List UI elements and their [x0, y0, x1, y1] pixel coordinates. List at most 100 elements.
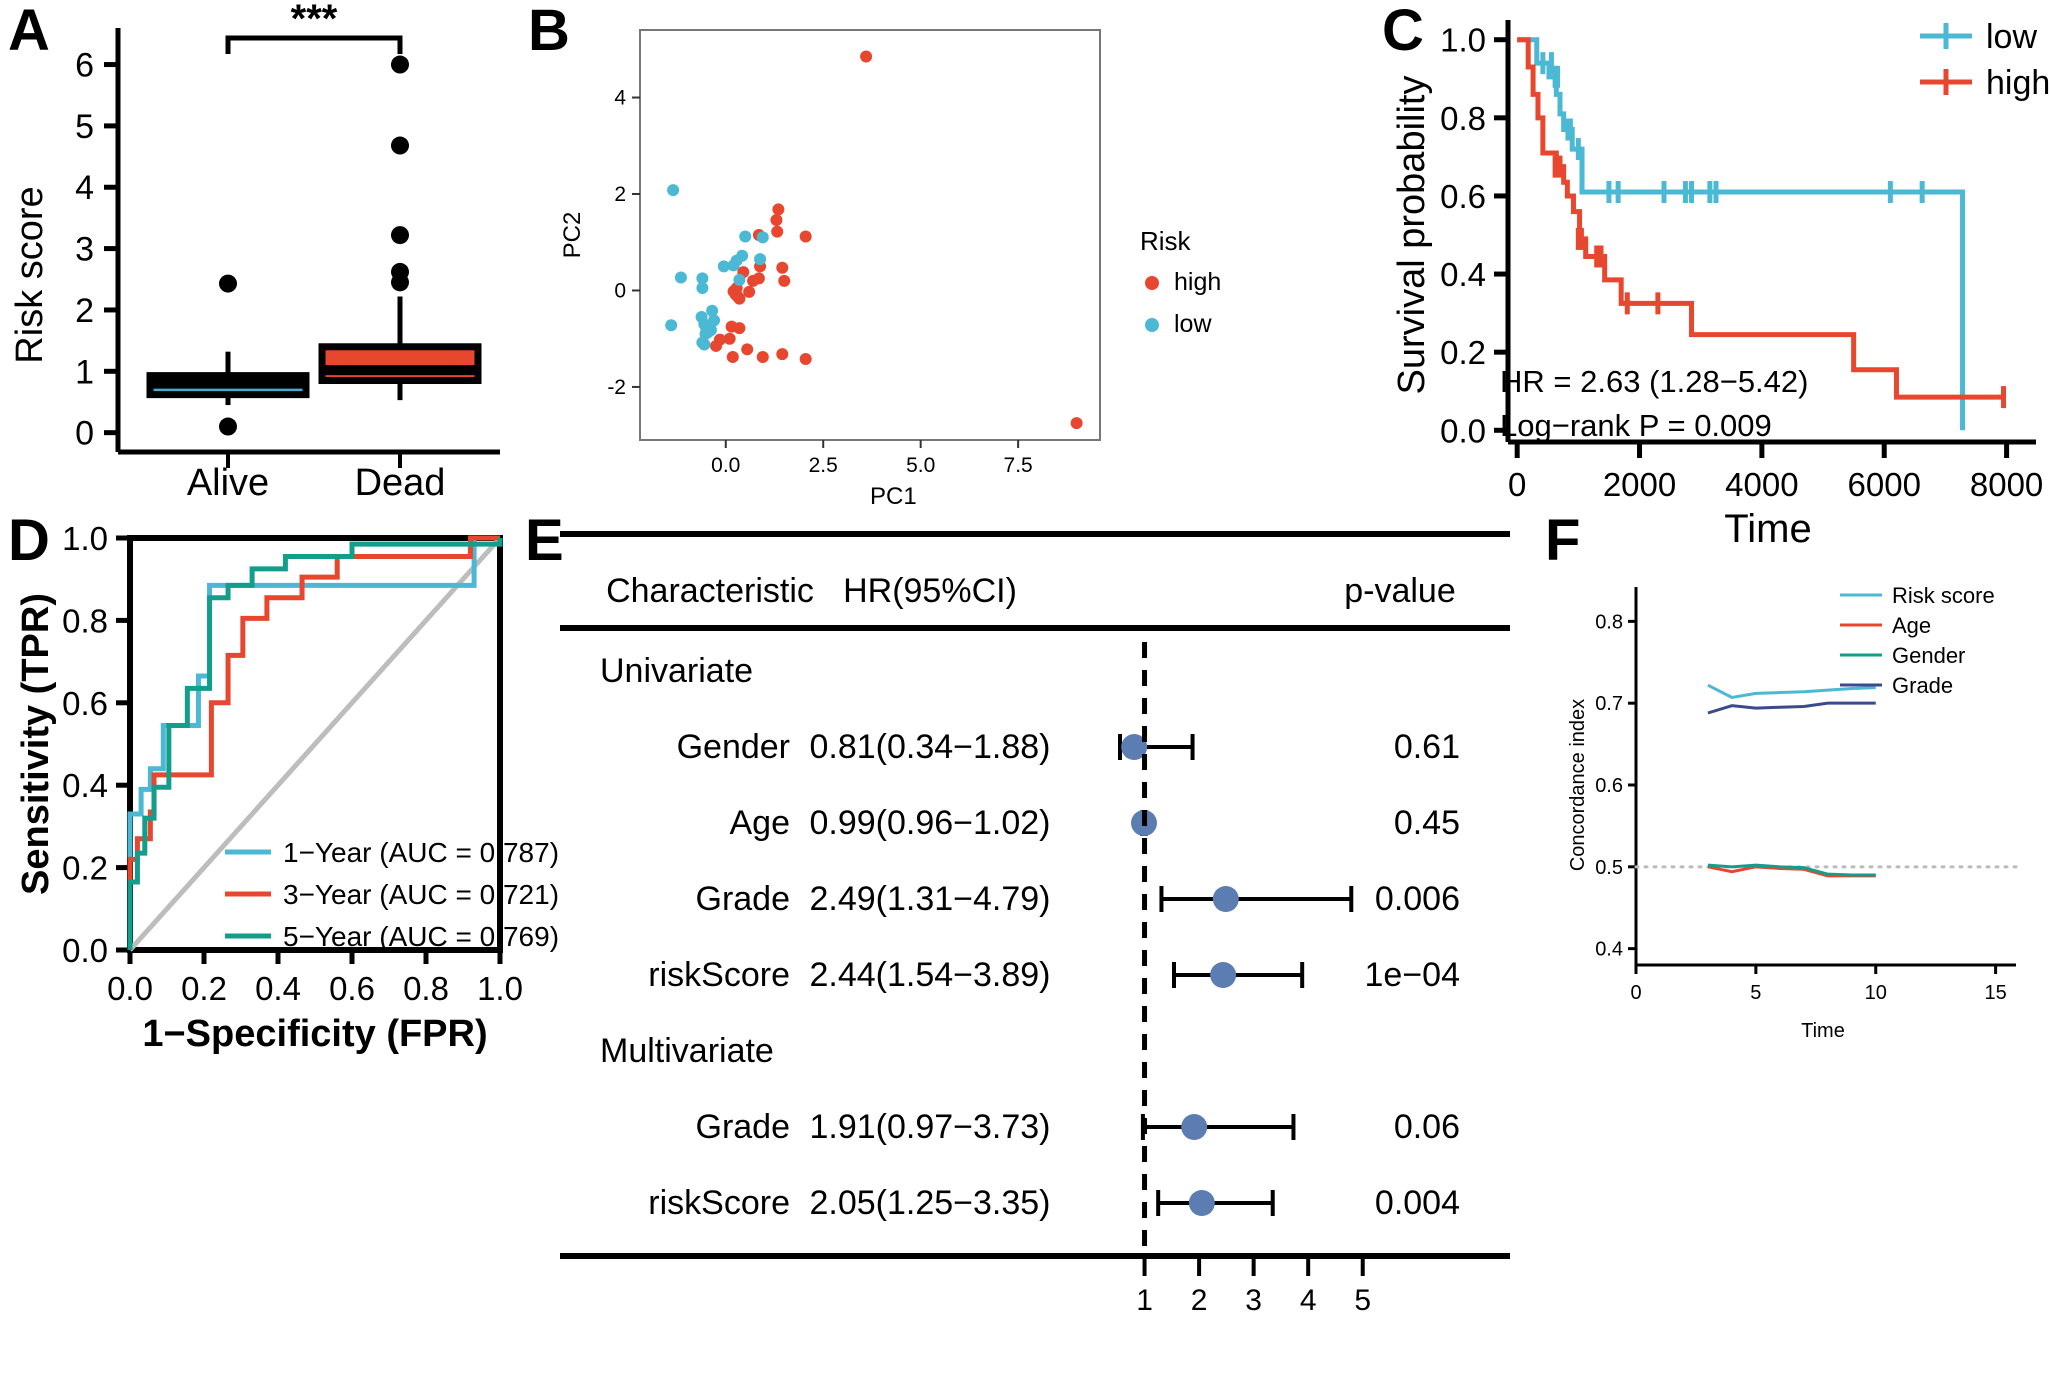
x-tick-label: 0.6: [329, 970, 375, 1007]
boxplot-alive: [146, 274, 310, 436]
y-axis-title: Concordance index: [1567, 699, 1589, 871]
legend-label-3: Grade: [1892, 673, 1953, 698]
cindex-line-Grade: [1707, 701, 1876, 715]
legend-label-high: high: [1986, 64, 2050, 102]
x-tick-label: 15: [1984, 982, 2006, 1004]
scatter-point: [778, 274, 791, 287]
row-hr-ci: 2.49(1.31−4.79): [809, 880, 1050, 918]
annotation-1: Log−rank P = 0.009: [1500, 408, 1772, 443]
significance-stars: ***: [291, 0, 338, 41]
table-row: [1159, 886, 1354, 912]
y-tick-label: -2: [607, 376, 626, 399]
table-row: [1172, 962, 1305, 988]
panel-d-roc-curve: 0.0 0.2 0.4 0.6 0.8 1.0 0.0 0.2 0.4 0.6 0.8 1.0 1−Sp…: [15, 520, 559, 1055]
y-tick-label: 0.4: [1440, 256, 1486, 293]
row-hr-ci: 2.05(1.25−3.35): [809, 1184, 1050, 1222]
row-characteristic: Age: [730, 804, 791, 842]
scatter-point: [799, 230, 812, 243]
y-tick-label: 0.4: [62, 767, 108, 804]
figure-root: A 0 1 2 3 4 5 6 Risk score Alive Dead *** B -2 0 2 4 0…: [0, 0, 2050, 1390]
row-pvalue: 0.006: [1375, 880, 1460, 918]
scatter-point: [667, 184, 680, 197]
column-header-characteristic: Characteristic: [606, 572, 814, 610]
hr-point-estimate: [1188, 1190, 1215, 1216]
x-tick-label: 2.5: [809, 454, 838, 477]
scatter-point: [717, 260, 730, 273]
hr-point-estimate: [1212, 886, 1239, 912]
y-tick-label: 2: [614, 183, 626, 206]
scatter-point: [741, 343, 754, 356]
x-tick-label: 2000: [1603, 466, 1676, 503]
y-tick-label: 0.0: [1440, 412, 1486, 449]
y-axis-title: Survival probability: [1391, 76, 1433, 395]
legend-label-low: low: [1986, 18, 2037, 56]
legend-label-high: high: [1174, 268, 1221, 296]
y-tick-label: 0.2: [62, 850, 108, 887]
y-tick-label: 4: [614, 87, 626, 110]
x-tick-label-alive: Alive: [187, 462, 269, 504]
y-tick-label: 0.6: [1595, 775, 1623, 797]
y-tick-label: 0.8: [1595, 611, 1623, 633]
group-label-univariate: Univariate: [600, 652, 753, 690]
x-tick-label: 1.0: [477, 970, 523, 1007]
x-tick-label: 4000: [1725, 466, 1798, 503]
scatter-series-low: [665, 184, 769, 351]
legend-marker-low: [1145, 318, 1159, 332]
x-tick-label: 0.2: [181, 970, 227, 1007]
scatter-point: [674, 271, 687, 284]
table-row: [1156, 1190, 1275, 1216]
scatter-point: [710, 339, 723, 352]
row-hr-ci: 2.44(1.54−3.89): [809, 956, 1050, 994]
panel-c-survival-curve: 0.00.20.40.60.81.00 2000 4000 6000 8000TimeS…: [1391, 18, 2050, 551]
y-tick-label: 0.4: [1595, 939, 1623, 961]
y-tick-label: 0: [75, 415, 94, 453]
scatter-point: [743, 285, 756, 298]
panel-a-boxplot: 0 1 2 3 4 5 6 Risk score Alive Dead ***: [9, 0, 500, 504]
column-header-pvalue: p-value: [1344, 572, 1456, 610]
hr-point-estimate: [1210, 962, 1237, 988]
row-hr-ci: 0.81(0.34−1.88): [809, 728, 1050, 766]
scatter-point: [733, 292, 746, 305]
y-tick-label: 1.0: [1440, 22, 1486, 59]
row-characteristic: riskScore: [648, 1184, 790, 1222]
scatter-point: [665, 319, 678, 332]
scatter-point: [756, 351, 769, 364]
hr-point-estimate: [1181, 1114, 1208, 1140]
y-tick-label: 1: [75, 353, 94, 391]
scatter-point: [726, 351, 739, 364]
legend-label-0: Risk score: [1892, 583, 1995, 608]
scatter-point: [696, 282, 709, 295]
x-axis-title: Time: [1801, 1020, 1845, 1042]
row-pvalue: 0.004: [1375, 1184, 1460, 1222]
forest-x-tick-label: 3: [1245, 1284, 1262, 1317]
scatter-point: [1070, 417, 1083, 430]
row-characteristic: Gender: [677, 728, 790, 766]
table-row: [1140, 1114, 1296, 1140]
outlier-point: [391, 273, 409, 292]
x-axis-title: 1−Specificity (FPR): [142, 1013, 487, 1055]
y-tick-label: 0.8: [1440, 100, 1486, 137]
y-tick-label: 0.7: [1595, 693, 1623, 715]
group-label-multivariate: Multivariate: [600, 1032, 774, 1070]
row-hr-ci: 0.99(0.96−1.02): [809, 804, 1050, 842]
scatter-point: [747, 274, 760, 287]
x-tick-label-dead: Dead: [355, 462, 446, 504]
panel-e-forest-plot: Characteristic HR(95%CI) p-value Univariate…: [560, 531, 1510, 1317]
annotation-0: HR = 2.63 (1.28−5.42): [1500, 364, 1808, 399]
y-axis-title: PC2: [559, 212, 586, 259]
y-axis-title: Risk score: [9, 186, 51, 363]
scatter-point: [698, 338, 711, 351]
scatter-point: [739, 230, 752, 243]
y-tick-label: 0.6: [1440, 178, 1486, 215]
row-characteristic: Grade: [696, 880, 791, 918]
legend-item-high: [1920, 69, 1972, 95]
y-tick-label: 0.8: [62, 602, 108, 639]
row-pvalue: 0.06: [1394, 1108, 1460, 1146]
forest-x-tick-label: 5: [1354, 1284, 1371, 1317]
x-tick-label: 0: [1508, 466, 1526, 503]
scatter-point: [756, 231, 769, 244]
y-tick-label: 3: [75, 231, 94, 269]
legend-label-low: low: [1174, 310, 1212, 338]
outlier-point: [219, 417, 237, 436]
km-curve-high: [1517, 37, 2007, 409]
